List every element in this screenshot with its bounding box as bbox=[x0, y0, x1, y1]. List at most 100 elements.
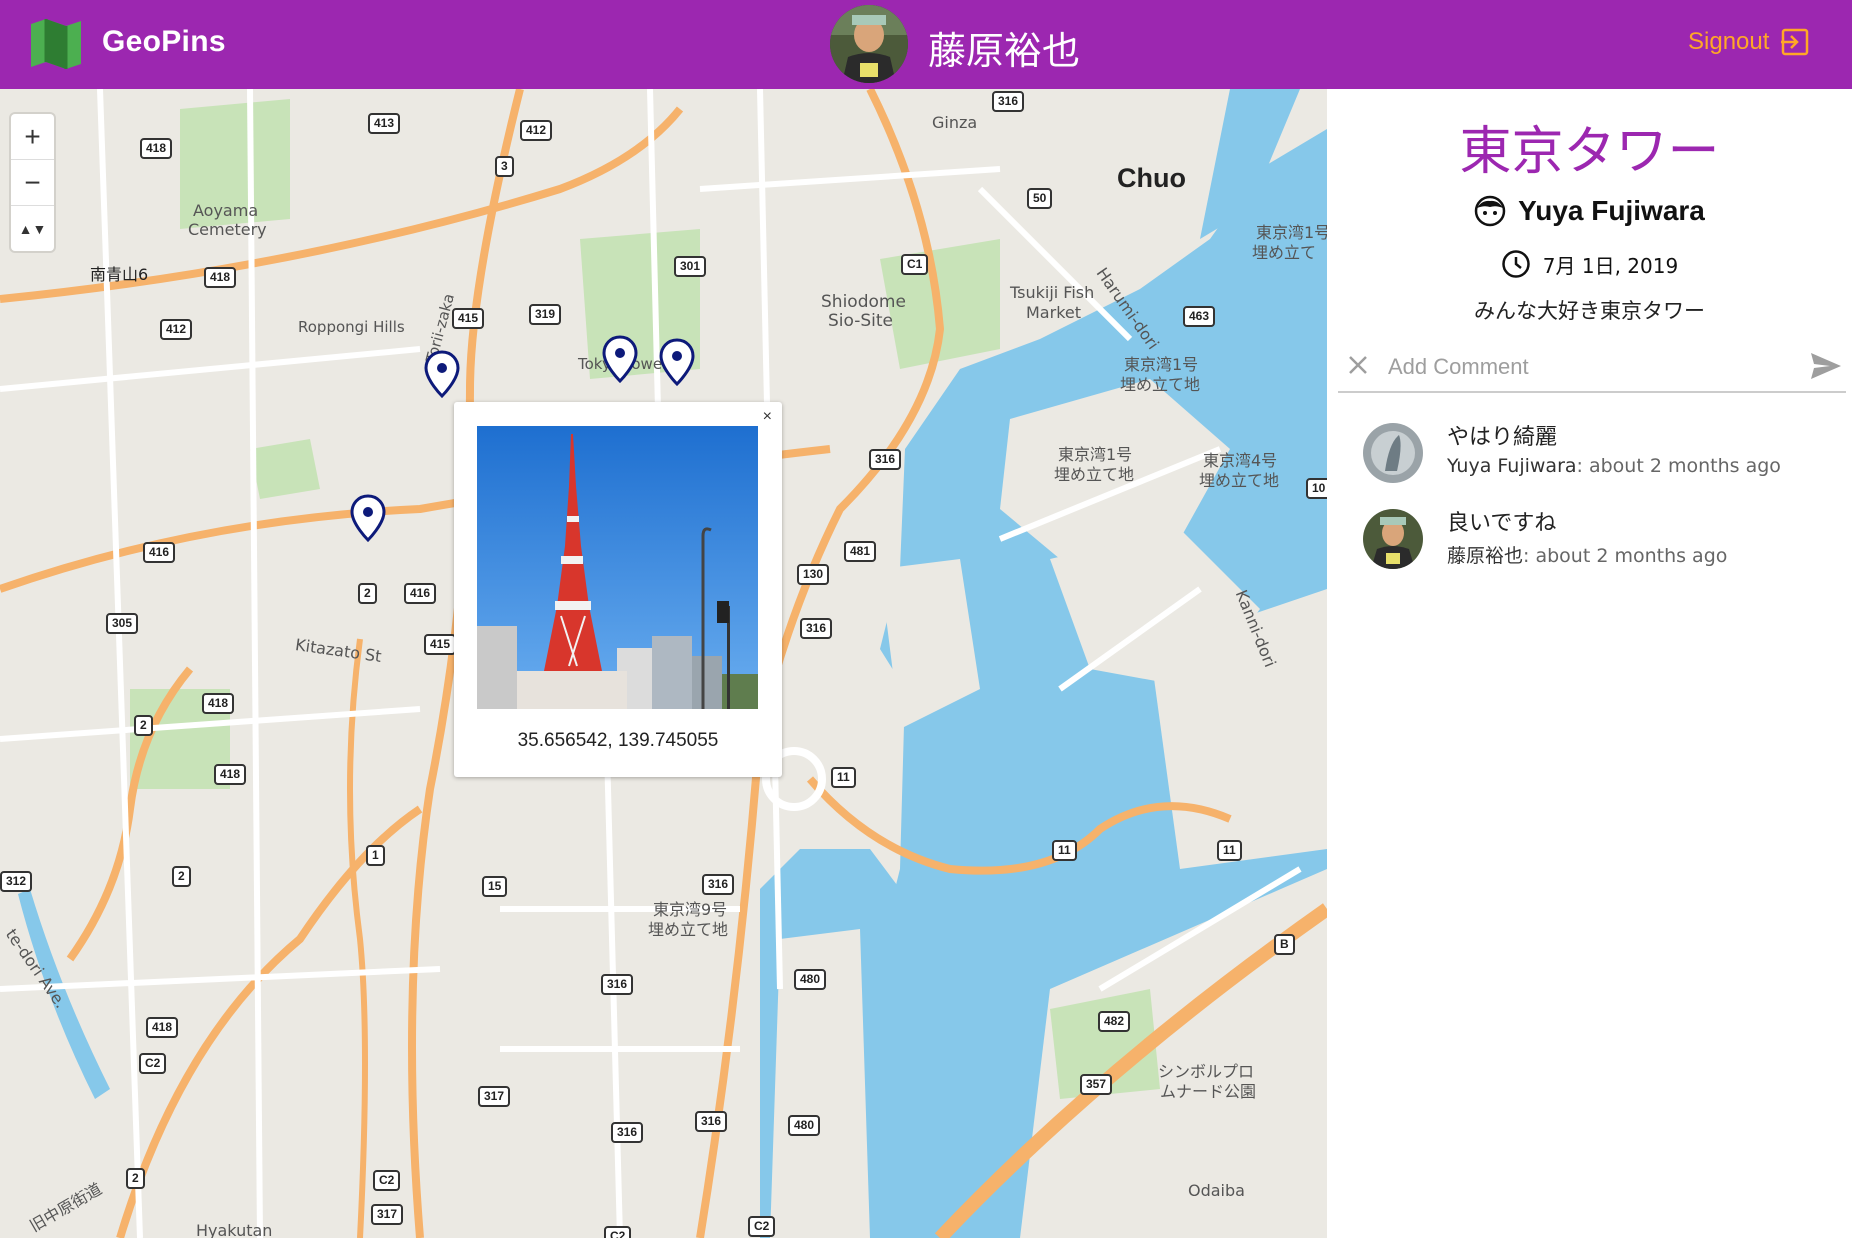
pin-title: 東京タワー bbox=[1459, 122, 1720, 182]
comment-meta: Yuya Fujiwara: about 2 months ago bbox=[1447, 455, 1781, 477]
route-shield: 316 bbox=[869, 449, 902, 470]
route-shield: 463 bbox=[1183, 306, 1216, 327]
route-shield: 415 bbox=[452, 308, 485, 329]
comment-avatar[interactable] bbox=[1363, 509, 1423, 569]
route-shield: B bbox=[1274, 934, 1295, 955]
face-icon bbox=[1474, 195, 1506, 227]
map[interactable]: Ginza Chuo Harumi-dori Tsukiji Fish Mark… bbox=[0, 89, 1327, 1238]
route-shield: 305 bbox=[106, 613, 139, 634]
exit-icon bbox=[1781, 28, 1809, 56]
comment-input[interactable] bbox=[1386, 349, 1790, 385]
route-shield: 416 bbox=[143, 542, 176, 563]
comment-text: 良いですね bbox=[1447, 511, 1557, 536]
route-shield: 357 bbox=[1080, 1074, 1113, 1095]
route-shield: 316 bbox=[601, 974, 634, 995]
map-label: Hyakutan bbox=[196, 1221, 273, 1238]
pin-photo bbox=[477, 426, 758, 709]
map-label: Tsukiji Fish bbox=[1010, 283, 1095, 302]
route-shield: 413 bbox=[368, 113, 401, 134]
pin-coordinates: 35.656542, 139.745055 bbox=[517, 730, 719, 751]
map-label: Market bbox=[1026, 303, 1081, 322]
map-label: Aoyama bbox=[193, 201, 259, 220]
route-shield: C2 bbox=[373, 1170, 401, 1191]
map-label: 埋め立て地 bbox=[1199, 471, 1280, 490]
route-shield: 11 bbox=[1217, 840, 1242, 861]
route-shield: C2 bbox=[748, 1216, 776, 1237]
app-title: GeoPins bbox=[102, 25, 226, 58]
send-icon[interactable] bbox=[1810, 351, 1842, 381]
comment-time: : about 2 months ago bbox=[1576, 455, 1781, 477]
route-shield: 412 bbox=[520, 120, 553, 141]
route-shield: 412 bbox=[160, 319, 193, 340]
route-shield: 2 bbox=[172, 866, 191, 887]
route-shield: 2 bbox=[126, 1168, 145, 1189]
route-shield: 418 bbox=[202, 693, 235, 714]
route-shield: 416 bbox=[404, 583, 437, 604]
comment-item: 良いですね 藤原裕也: about 2 months ago bbox=[1363, 505, 1833, 575]
map-icon[interactable] bbox=[29, 18, 83, 70]
route-shield: 418 bbox=[204, 267, 237, 288]
app-bar: GeoPins 藤原裕也 Signout bbox=[0, 0, 1852, 89]
route-shield: 11 bbox=[1052, 840, 1077, 861]
clock-icon bbox=[1502, 250, 1530, 278]
route-shield: C2 bbox=[604, 1226, 632, 1238]
route-shield: 15 bbox=[482, 876, 508, 897]
signout-label: Signout bbox=[1688, 28, 1770, 55]
comment-avatar[interactable] bbox=[1363, 423, 1423, 483]
map-label: Chuo bbox=[1117, 163, 1186, 193]
pin-author-name: Yuya Fujiwara bbox=[1518, 195, 1705, 226]
compass-button[interactable]: ▲▼ bbox=[11, 206, 54, 251]
route-shield: 415 bbox=[424, 634, 457, 655]
route-shield: C1 bbox=[901, 254, 929, 275]
zoom-in-button[interactable]: + bbox=[11, 114, 54, 160]
pin-author: Yuya Fujiwara bbox=[1327, 195, 1852, 227]
route-shield: 3 bbox=[495, 156, 514, 177]
comment-meta: 藤原裕也: about 2 months ago bbox=[1447, 541, 1727, 568]
comment-author: Yuya Fujiwara bbox=[1447, 455, 1577, 477]
zoom-control: + − ▲▼ bbox=[11, 114, 54, 251]
map-label: 埋め立て bbox=[1252, 243, 1317, 262]
pin-marker-icon[interactable] bbox=[602, 335, 638, 383]
close-icon[interactable]: × bbox=[763, 408, 772, 426]
zoom-out-button[interactable]: − bbox=[11, 160, 54, 206]
map-label: Odaiba bbox=[1188, 1181, 1245, 1200]
route-shield: 11 bbox=[831, 767, 856, 788]
map-label: Cemetery bbox=[188, 220, 267, 239]
pin-description: みんな大好き東京タワー bbox=[1474, 299, 1705, 323]
route-shield: 317 bbox=[478, 1086, 511, 1107]
route-shield: 301 bbox=[674, 256, 707, 277]
user-name: 藤原裕也 bbox=[928, 29, 1081, 73]
map-label: 埋め立て地 bbox=[1120, 375, 1201, 394]
comment-author: 藤原裕也 bbox=[1447, 545, 1524, 567]
map-label: 埋め立て地 bbox=[648, 920, 729, 939]
user-avatar[interactable] bbox=[830, 5, 908, 83]
route-shield: 480 bbox=[788, 1115, 821, 1136]
pin-marker-icon[interactable] bbox=[350, 494, 386, 542]
route-shield: 312 bbox=[0, 871, 33, 892]
map-label: 南青山6 bbox=[90, 265, 149, 284]
comment-item: やはり綺麗 Yuya Fujiwara: about 2 months ago bbox=[1363, 419, 1833, 489]
map-label: Ginza bbox=[932, 113, 978, 132]
map-label: Roppongi Hills bbox=[298, 318, 405, 336]
route-shield: 481 bbox=[844, 541, 877, 562]
route-shield: 2 bbox=[358, 583, 377, 604]
route-shield: 130 bbox=[797, 564, 830, 585]
pin-marker-icon[interactable] bbox=[659, 338, 695, 386]
route-shield: 316 bbox=[611, 1122, 644, 1143]
clear-icon[interactable] bbox=[1346, 353, 1370, 377]
map-label: 埋め立て地 bbox=[1054, 465, 1135, 484]
route-shield: C2 bbox=[139, 1053, 167, 1074]
pin-marker-icon[interactable] bbox=[424, 350, 460, 398]
route-shield: 1 bbox=[366, 845, 385, 866]
map-label: Shiodome bbox=[821, 292, 906, 312]
route-shield: 480 bbox=[794, 969, 827, 990]
route-shield: 316 bbox=[992, 91, 1025, 112]
signout-button[interactable]: Signout bbox=[1688, 26, 1811, 58]
route-shield: 316 bbox=[702, 874, 735, 895]
pin-date: 7月 1日, 2019 bbox=[1327, 249, 1852, 279]
map-label: ムナード公園 bbox=[1160, 1082, 1257, 1101]
route-shield: 50 bbox=[1027, 188, 1053, 209]
route-shield: 418 bbox=[214, 764, 247, 785]
comment-form bbox=[1338, 341, 1846, 393]
pin-popup: × 35.656542, 139.745055 bbox=[454, 402, 782, 777]
